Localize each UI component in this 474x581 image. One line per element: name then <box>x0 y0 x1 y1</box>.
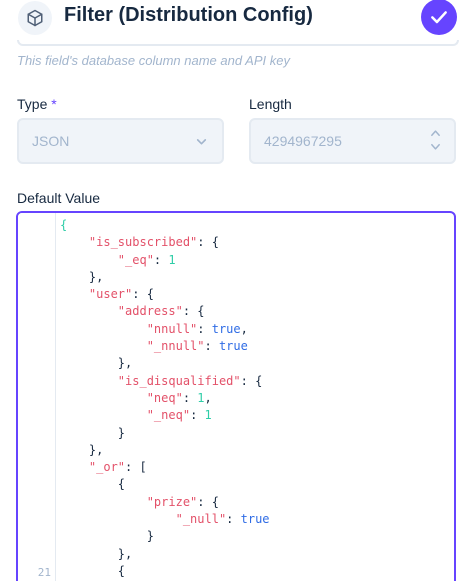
code-line: }, <box>60 442 270 459</box>
code-token: : { <box>132 287 154 302</box>
default-value-code-editor[interactable]: 21 { "is_subscribed": { "_eq": 1 }, "use… <box>16 211 456 581</box>
code-token: }, <box>60 356 133 371</box>
length-input-value: 4294967295 <box>264 133 342 149</box>
code-token: "nnull" <box>146 321 198 336</box>
code-token: : [ <box>125 460 147 475</box>
chevron-down-icon <box>195 135 208 153</box>
code-line: { <box>60 476 270 493</box>
required-marker: * <box>51 96 57 112</box>
code-line: "neq": 1, <box>60 390 270 407</box>
code-line: "_eq": 1 <box>60 252 270 269</box>
code-token: } <box>60 425 126 440</box>
code-line: "_null": true <box>60 511 270 528</box>
code-token: : <box>182 390 198 405</box>
code-token: : { <box>240 373 263 388</box>
code-token: }, <box>60 442 104 457</box>
code-line: "is_disqualified": { <box>60 373 270 390</box>
code-token: : <box>204 339 219 354</box>
code-line: "prize": { <box>60 494 270 511</box>
code-line: } <box>60 425 270 442</box>
type-label-text: Type <box>17 96 48 112</box>
code-token: 1 <box>197 390 205 405</box>
code-token: { <box>60 563 126 578</box>
code-line: "is_subscribed": { <box>60 234 270 251</box>
code-line: "address": { <box>60 303 270 320</box>
code-token: }, <box>60 269 104 284</box>
line-number-gutter: 21 <box>18 213 56 581</box>
code-token: { <box>60 218 68 232</box>
code-line: "_nnull": true <box>60 338 270 355</box>
code-token: "user" <box>88 287 133 302</box>
length-label: Length <box>249 96 292 112</box>
code-token: : <box>226 512 241 527</box>
code-line: }, <box>60 269 270 286</box>
code-line: { <box>60 563 270 580</box>
field-editor-page: Filter (Distribution Config) This field'… <box>0 0 474 581</box>
code-line: "nnull": true, <box>60 321 270 338</box>
code-line: }, <box>60 355 270 372</box>
code-token: 1 <box>168 252 176 267</box>
stepper-down-icon[interactable] <box>430 143 441 151</box>
type-select-value: JSON <box>32 133 70 149</box>
code-token: : <box>197 321 212 336</box>
code-token: : <box>190 408 205 423</box>
code-token: "address" <box>117 304 183 319</box>
page-title: Filter (Distribution Config) <box>64 4 313 26</box>
code-line: { <box>60 217 270 234</box>
code-token: "_nnull" <box>146 339 205 354</box>
code-line: "_neq": 1 <box>60 407 270 424</box>
line-number: 21 <box>37 566 51 579</box>
code-token: } <box>60 529 154 544</box>
code-token: }, <box>60 546 133 561</box>
save-button[interactable] <box>421 0 457 35</box>
code-token: { <box>60 477 126 492</box>
code-token: , <box>204 390 212 405</box>
field-hint: This field's database column name and AP… <box>17 53 290 68</box>
code-token: : { <box>182 304 205 319</box>
code-token: "_eq" <box>117 252 154 267</box>
code-token: true <box>211 321 241 336</box>
code-token: "_neq" <box>146 408 191 423</box>
code-token: "prize" <box>146 494 198 509</box>
check-icon <box>431 11 447 24</box>
default-value-label: Default Value <box>17 190 101 206</box>
stepper-up-icon[interactable] <box>430 129 441 137</box>
code-token: 1 <box>204 408 212 423</box>
code-token: : { <box>197 235 219 250</box>
code-token: true <box>240 512 270 527</box>
stepper-icon[interactable] <box>430 129 441 151</box>
code-content[interactable]: { "is_subscribed": { "_eq": 1 }, "user":… <box>60 217 270 580</box>
code-token: , <box>240 321 248 336</box>
code-token: true <box>218 339 248 354</box>
code-line: "user": { <box>60 286 270 303</box>
code-token: "_null" <box>175 512 227 527</box>
type-select[interactable]: JSON <box>17 118 224 164</box>
page-header: Filter (Distribution Config) <box>0 0 474 40</box>
code-line: "_or": [ <box>60 459 270 476</box>
code-token: : <box>153 252 169 267</box>
code-line: } <box>60 528 270 545</box>
code-token: "_or" <box>88 460 126 475</box>
code-token: "neq" <box>146 390 183 405</box>
box-icon <box>18 1 52 35</box>
length-input[interactable]: 4294967295 <box>249 118 456 164</box>
type-label: Type * <box>17 96 57 112</box>
code-line: }, <box>60 546 270 563</box>
code-token: "is_disqualified" <box>117 373 241 388</box>
code-token: : { <box>197 494 219 509</box>
code-token: "is_subscribed" <box>88 235 198 250</box>
